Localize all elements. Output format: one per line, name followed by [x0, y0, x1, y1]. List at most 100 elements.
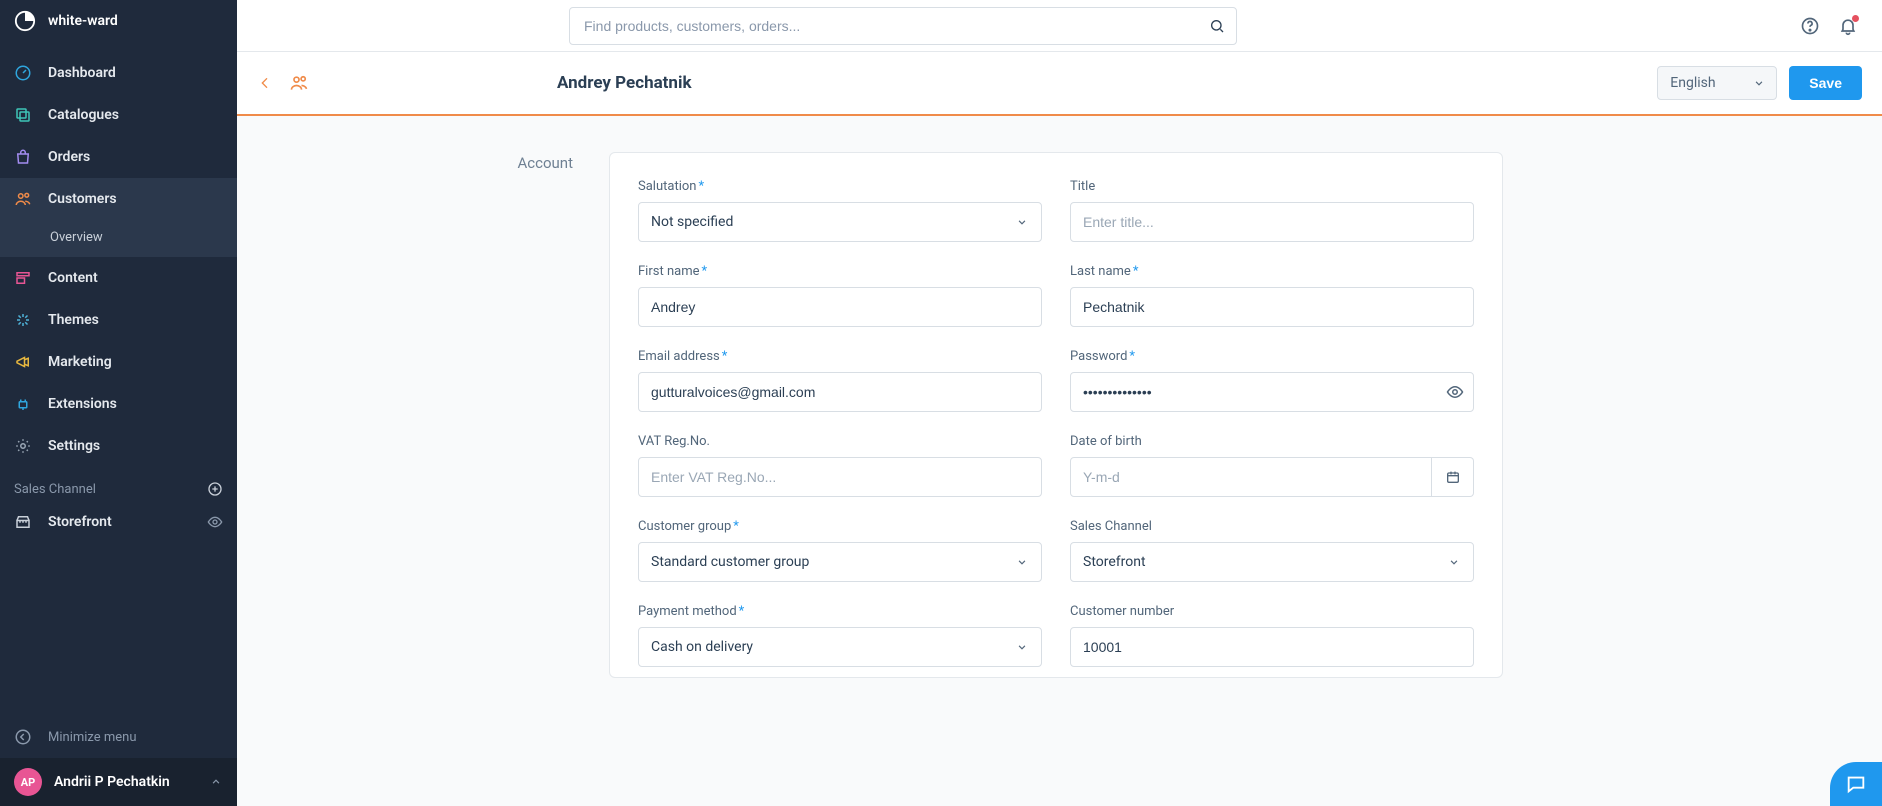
label-first-name: First name*: [638, 264, 1042, 279]
plug-icon: [14, 395, 32, 413]
gauge-icon: [14, 64, 32, 82]
label-dob: Date of birth: [1070, 434, 1474, 449]
payment-method-select[interactable]: Cash on delivery: [638, 627, 1042, 667]
nav-catalogues[interactable]: Catalogues: [0, 94, 237, 136]
back-icon[interactable]: [257, 75, 273, 91]
nav-content[interactable]: Content: [0, 257, 237, 299]
nav-label: Content: [48, 270, 98, 286]
salutation-select[interactable]: Not specified: [638, 202, 1042, 242]
channel-label: Storefront: [48, 514, 112, 530]
main: Andrey Pechatnik English Save Account Sa…: [237, 0, 1882, 806]
field-payment-method: Payment method* Cash on delivery: [638, 604, 1042, 667]
eye-icon[interactable]: [207, 514, 223, 530]
sales-channel-header: Sales Channel: [0, 467, 237, 503]
label-password: Password*: [1070, 349, 1474, 364]
calendar-icon[interactable]: [1432, 457, 1474, 497]
chevron-down-icon: [1015, 640, 1029, 654]
nav-customers-overview[interactable]: Overview: [0, 220, 237, 257]
chevron-down-icon: [1015, 555, 1029, 569]
account-card: Salutation* Not specified Title First na: [609, 152, 1503, 678]
customer-group-value: Standard customer group: [651, 554, 809, 570]
label-payment-method: Payment method*: [638, 604, 1042, 619]
minimize-menu[interactable]: Minimize menu: [0, 716, 237, 758]
language-select[interactable]: English: [1657, 66, 1777, 100]
global-search: [569, 7, 1237, 45]
dob-input[interactable]: [1070, 457, 1432, 497]
layout-icon: [14, 269, 32, 287]
field-password: Password*: [1070, 349, 1474, 412]
nav-orders[interactable]: Orders: [0, 136, 237, 178]
field-sales-channel: Sales Channel Storefront: [1070, 519, 1474, 582]
label-customer-number: Customer number: [1070, 604, 1474, 619]
section-account-title: Account: [503, 152, 573, 172]
storefront-icon: [14, 513, 32, 531]
field-salutation: Salutation* Not specified: [638, 179, 1042, 242]
label-salutation: Salutation*: [638, 179, 1042, 194]
gear-icon: [14, 437, 32, 455]
last-name-input[interactable]: [1070, 287, 1474, 327]
nav-marketing[interactable]: Marketing: [0, 341, 237, 383]
email-input[interactable]: [638, 372, 1042, 412]
nav-label: Marketing: [48, 354, 112, 370]
chat-fab[interactable]: [1830, 762, 1882, 806]
user-menu[interactable]: AP Andrii P Pechatkin: [0, 758, 237, 806]
field-last-name: Last name*: [1070, 264, 1474, 327]
customers-header-icon: [289, 73, 309, 93]
minimize-label: Minimize menu: [48, 730, 137, 745]
field-email: Email address*: [638, 349, 1042, 412]
nav-sublabel: Overview: [50, 230, 103, 245]
help-icon[interactable]: [1800, 16, 1820, 36]
salutation-value: Not specified: [651, 214, 733, 230]
topbar: [237, 0, 1882, 52]
field-vat: VAT Reg.No.: [638, 434, 1042, 497]
chevron-down-icon: [1752, 76, 1766, 90]
nav-themes[interactable]: Themes: [0, 299, 237, 341]
nav-label: Themes: [48, 312, 99, 328]
brand-name: white-ward: [48, 13, 118, 29]
notification-dot: [1852, 15, 1859, 22]
nav-label: Catalogues: [48, 107, 119, 123]
vat-input[interactable]: [638, 457, 1042, 497]
page-title: Andrey Pechatnik: [557, 73, 692, 93]
add-channel-icon[interactable]: [207, 481, 223, 497]
sidebar: white-ward Dashboard Catalogues Orders: [0, 0, 237, 806]
nav-extensions[interactable]: Extensions: [0, 383, 237, 425]
content-area: Account Salutation* Not specified Title: [237, 116, 1882, 806]
nav-label: Customers: [48, 191, 117, 207]
customer-number-input[interactable]: [1070, 627, 1474, 667]
language-value: English: [1670, 75, 1715, 91]
save-button[interactable]: Save: [1789, 66, 1862, 100]
title-input[interactable]: [1070, 202, 1474, 242]
sales-channel-value: Storefront: [1083, 554, 1146, 570]
nav-label: Extensions: [48, 396, 117, 412]
copy-icon: [14, 106, 32, 124]
avatar: AP: [14, 768, 42, 796]
payment-method-value: Cash on delivery: [651, 639, 753, 655]
password-input[interactable]: [1070, 372, 1474, 412]
label-sales-channel: Sales Channel: [1070, 519, 1474, 534]
password-eye-icon[interactable]: [1446, 383, 1464, 401]
nav-customers[interactable]: Customers: [0, 178, 237, 220]
customer-group-select[interactable]: Standard customer group: [638, 542, 1042, 582]
bell-icon[interactable]: [1838, 16, 1858, 36]
nav-settings[interactable]: Settings: [0, 425, 237, 467]
bag-icon: [14, 148, 32, 166]
sparkle-icon: [14, 311, 32, 329]
nav-dashboard[interactable]: Dashboard: [0, 52, 237, 94]
page-header: Andrey Pechatnik English Save: [237, 52, 1882, 116]
nav-label: Settings: [48, 438, 100, 454]
channel-storefront[interactable]: Storefront: [0, 503, 237, 541]
user-name: Andrii P Pechatkin: [54, 774, 170, 790]
field-customer-group: Customer group* Standard customer group: [638, 519, 1042, 582]
first-name-input[interactable]: [638, 287, 1042, 327]
users-icon: [14, 190, 32, 208]
label-customer-group: Customer group*: [638, 519, 1042, 534]
sidebar-header: white-ward: [0, 0, 237, 52]
main-nav: Dashboard Catalogues Orders Customers: [0, 52, 237, 467]
search-icon[interactable]: [1209, 18, 1225, 34]
chevron-down-icon: [1015, 215, 1029, 229]
sales-channel-select[interactable]: Storefront: [1070, 542, 1474, 582]
field-title: Title: [1070, 179, 1474, 242]
search-input[interactable]: [569, 7, 1237, 45]
field-customer-number: Customer number: [1070, 604, 1474, 667]
